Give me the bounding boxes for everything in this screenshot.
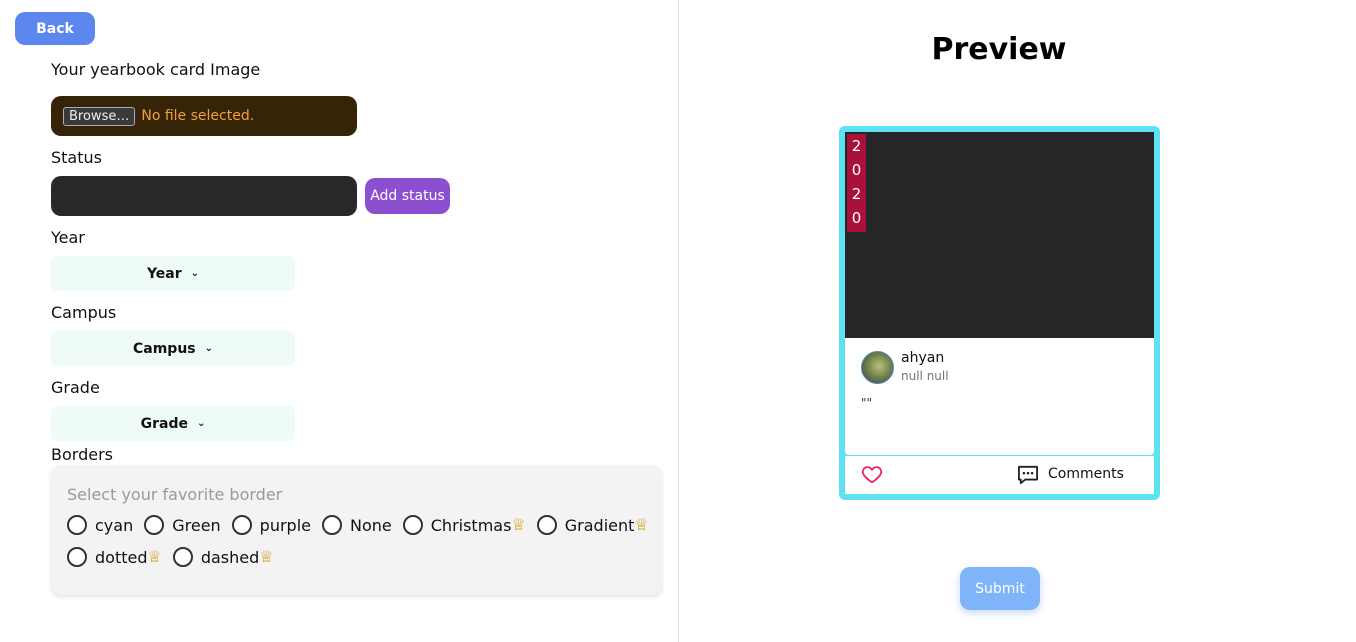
chevron-down-icon: ⌄ [196,418,206,429]
border-option-green[interactable]: Green [144,515,221,535]
border-option-cyan[interactable]: cyan [67,515,133,535]
border-option-label: None [350,515,392,535]
crown-icon: ♕ [634,515,649,534]
status-label: Status [51,148,102,167]
radio-button[interactable] [231,515,252,535]
border-option-label: Christmas [430,515,512,535]
back-button[interactable]: Back [15,12,95,45]
border-options-row-1: cyan Green purple None Christmas ♕ Gradi… [67,515,660,535]
preview-title: Preview [931,32,1067,67]
submit-button[interactable]: Submit [960,567,1040,610]
crown-icon: ♕ [147,547,162,566]
preview-panel: Preview 2 0 2 0 ahyan null null "" Comme… [679,0,1356,642]
radio-button[interactable] [322,515,342,535]
border-option-label: dotted [95,547,148,567]
borders-selector: Select your favorite border cyan Green p… [51,465,662,595]
status-input[interactable] [51,176,357,216]
year-digit: 0 [851,161,862,179]
year-label: Year [51,228,85,247]
border-option-label: Gradient [564,515,635,535]
grade-dropdown[interactable]: Grade ⌄ [51,406,295,441]
campus-label: Campus [51,303,117,322]
border-option-dashed[interactable]: dashed ♕ [172,547,274,567]
border-option-none[interactable]: None [322,515,392,535]
radio-button[interactable] [67,515,87,535]
year-digit: 2 [851,137,862,155]
card-quote: "" [861,396,873,410]
year-digit: 0 [851,209,862,227]
borders-label: Borders [51,445,113,464]
radio-button[interactable] [67,547,87,567]
radio-button[interactable] [536,515,557,535]
image-label: Your yearbook card Image [51,60,261,79]
borders-hint: Select your favorite border [67,485,283,504]
crown-icon: ♕ [511,515,526,534]
radio-button[interactable] [144,515,165,535]
radio-button[interactable] [172,547,193,567]
card-info: ahyan null null "" [845,338,1154,455]
user-subtitle: null null [901,369,949,383]
campus-dropdown[interactable]: Campus ⌄ [51,331,295,366]
border-option-gradient[interactable]: Gradient ♕ [536,515,649,535]
border-option-dotted[interactable]: dotted ♕ [67,547,162,567]
border-option-label: Green [172,515,221,535]
year-selected: Year [146,265,182,282]
grade-label: Grade [51,378,100,397]
crown-icon: ♕ [259,547,274,566]
form-panel: Back Your yearbook card Image Browse… No… [0,0,678,642]
add-status-button[interactable]: Add status [365,178,450,214]
file-input[interactable]: Browse… No file selected. [51,96,357,136]
border-option-christmas[interactable]: Christmas ♕ [402,515,526,535]
grade-selected: Grade [140,415,188,432]
border-option-label: cyan [95,515,134,535]
border-options-row-2: dotted ♕ dashed ♕ [67,547,285,567]
username: ahyan [901,350,945,366]
yearbook-card-preview: 2 0 2 0 ahyan null null "" Comments [839,126,1160,500]
heart-icon[interactable] [861,463,883,485]
campus-selected: Campus [132,340,196,357]
comments-button[interactable]: Comments [1048,466,1124,482]
border-option-label: dashed [200,547,260,567]
file-status: No file selected. [141,108,255,124]
chevron-down-icon: ⌄ [190,268,200,279]
chevron-down-icon: ⌄ [204,343,214,354]
card-footer: Comments [845,456,1154,494]
radio-button[interactable] [402,515,423,535]
year-digit: 2 [851,185,862,203]
year-dropdown[interactable]: Year ⌄ [51,256,295,291]
card-image: 2 0 2 0 [845,132,1154,338]
border-option-label: purple [259,515,311,535]
year-badge: 2 0 2 0 [847,134,866,232]
border-option-purple[interactable]: purple [231,515,311,535]
avatar [861,351,894,384]
browse-button[interactable]: Browse… [63,106,136,126]
comment-icon[interactable] [1017,465,1039,485]
